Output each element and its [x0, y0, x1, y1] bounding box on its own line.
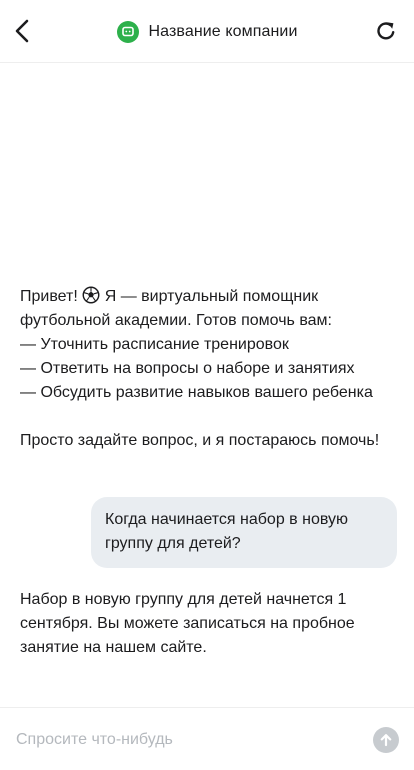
company-logo [116, 20, 139, 43]
message-list: Привет! Я — виртуальный помощник футболь… [0, 64, 414, 707]
refresh-button[interactable] [372, 17, 400, 45]
soccer-ball-icon [82, 286, 100, 304]
bot-message: Набор в новую группу для детей начнется … [20, 588, 400, 660]
chevron-left-icon [15, 19, 29, 43]
message-input[interactable] [16, 728, 356, 752]
bot-greeting: Привет! [20, 288, 78, 305]
arrow-up-icon [380, 734, 392, 747]
chat-app: Название компании Привет! Я — виртуальны… [0, 0, 414, 770]
company-name: Название компании [148, 22, 298, 40]
composer [0, 707, 414, 770]
bot-message-text: Я — виртуальный помощник футбольной акад… [20, 288, 380, 449]
bot-message-text: Набор в новую группу для детей начнется … [20, 591, 360, 656]
chat-header: Название компании [0, 0, 414, 63]
chat-bubble-icon [121, 26, 134, 36]
header-title: Название компании [116, 20, 298, 43]
back-button[interactable] [8, 16, 36, 46]
user-message: Когда начинается набор в новую группу дл… [91, 497, 397, 568]
refresh-icon [377, 22, 395, 40]
bot-message: Привет! Я — виртуальный помощник футболь… [20, 285, 400, 453]
send-button[interactable] [373, 727, 399, 753]
user-message-text: Когда начинается набор в новую группу дл… [105, 511, 348, 552]
